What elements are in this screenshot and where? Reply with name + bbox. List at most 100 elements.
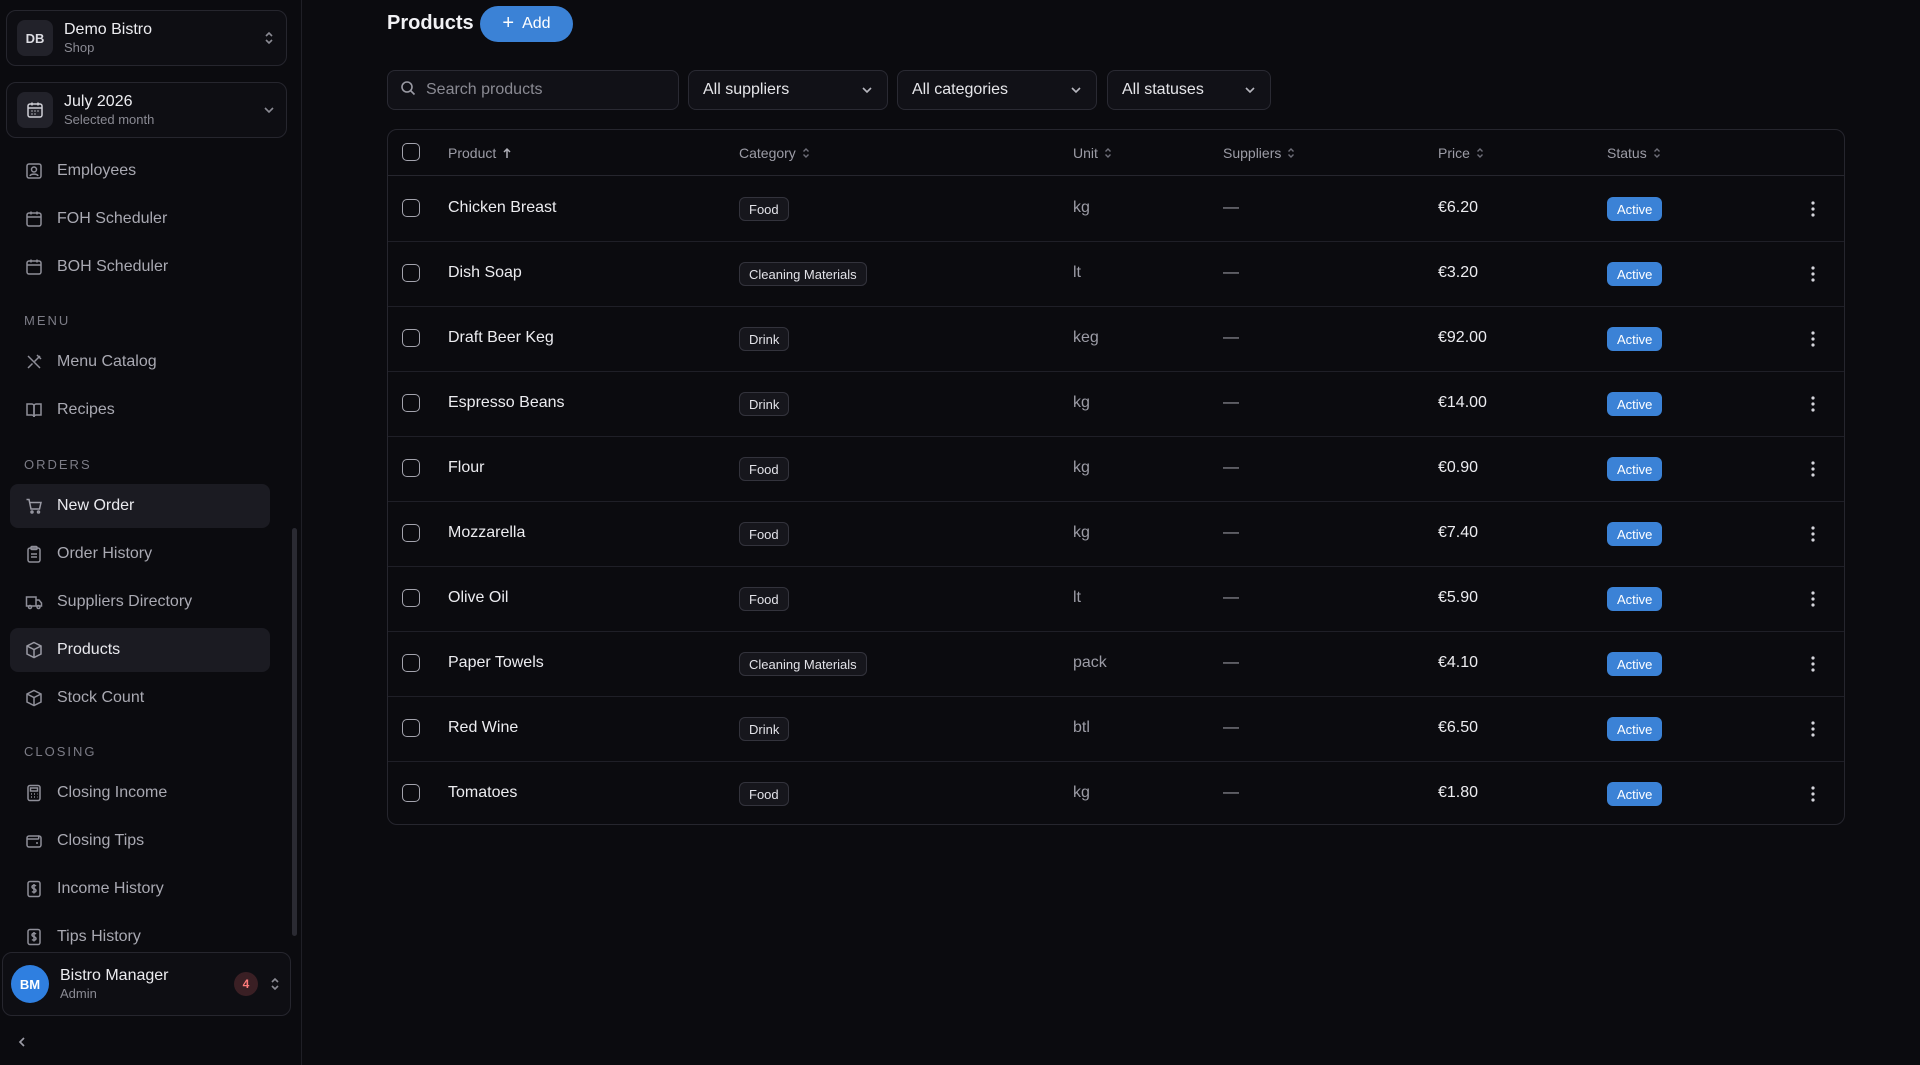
shop-switcher[interactable]: DB Demo Bistro Shop <box>6 10 287 66</box>
more-vertical-icon <box>1811 721 1815 737</box>
suppliers-filter[interactable]: All suppliers <box>688 70 888 110</box>
sort-icon <box>1653 147 1661 159</box>
category-chip: Drink <box>739 717 790 741</box>
unit-value: kg <box>1073 199 1090 216</box>
sidebar-item-boh-scheduler[interactable]: BOH Scheduler <box>10 245 270 289</box>
sidebar-item-closing-income[interactable]: Closing Income <box>10 771 270 815</box>
sidebar-item-new-order[interactable]: New Order <box>10 484 270 528</box>
column-header-product[interactable]: Product <box>448 145 512 161</box>
table-row[interactable]: Mozzarella Food kg — €7.40 Active <box>388 502 1844 567</box>
more-vertical-icon <box>1811 591 1815 607</box>
price-value: €1.80 <box>1438 784 1479 801</box>
sidebar-item-label: Tips History <box>57 928 141 945</box>
row-actions-button[interactable] <box>1803 589 1823 609</box>
row-actions-button[interactable] <box>1803 264 1823 284</box>
category-chip: Drink <box>739 392 790 416</box>
category-chip: Cleaning Materials <box>739 652 867 676</box>
column-header-unit[interactable]: Unit <box>1073 145 1112 161</box>
row-checkbox[interactable] <box>402 329 420 347</box>
row-actions-button[interactable] <box>1803 524 1823 544</box>
section-label-orders: ORDERS <box>24 457 92 472</box>
row-checkbox[interactable] <box>402 654 420 672</box>
suppliers-value: — <box>1223 654 1239 671</box>
calendar-icon <box>24 257 44 277</box>
unit-value: kg <box>1073 784 1090 801</box>
table-row[interactable]: Red Wine Drink btl — €6.50 Active <box>388 697 1844 762</box>
row-actions-button[interactable] <box>1803 654 1823 674</box>
product-name: Olive Oil <box>448 589 509 606</box>
category-chip: Food <box>739 457 789 481</box>
select-all-checkbox[interactable] <box>402 143 420 161</box>
table-row[interactable]: Paper Towels Cleaning Materials pack — €4.10… <box>388 632 1844 697</box>
row-actions-button[interactable] <box>1803 784 1823 804</box>
row-checkbox[interactable] <box>402 264 420 282</box>
more-vertical-icon <box>1811 786 1815 802</box>
sort-icon <box>802 147 810 159</box>
notification-count-badge[interactable]: 4 <box>234 972 258 996</box>
sidebar-item-label: Products <box>57 641 121 658</box>
table-row[interactable]: Olive Oil Food lt — €5.90 Active <box>388 567 1844 632</box>
row-checkbox[interactable] <box>402 394 420 412</box>
add-product-button[interactable]: + Add <box>480 6 573 42</box>
column-header-price[interactable]: Price <box>1438 145 1484 161</box>
categories-filter[interactable]: All categories <box>897 70 1097 110</box>
sidebar-item-label: New Order <box>57 497 135 514</box>
sidebar-item-income-history[interactable]: Income History <box>10 867 270 911</box>
table-row[interactable]: Tomatoes Food kg — €1.80 Active <box>388 762 1844 827</box>
column-header-suppliers[interactable]: Suppliers <box>1223 145 1295 161</box>
column-header-status[interactable]: Status <box>1607 145 1661 161</box>
sidebar-item-products[interactable]: Products <box>10 628 270 672</box>
price-value: €3.20 <box>1438 264 1479 281</box>
product-name: Chicken Breast <box>448 199 557 216</box>
more-vertical-icon <box>1811 266 1815 282</box>
more-vertical-icon <box>1811 461 1815 477</box>
collapse-sidebar-button[interactable] <box>14 1034 30 1050</box>
products-table: Product Category Unit Suppliers Price St… <box>387 129 1845 825</box>
row-actions-button[interactable] <box>1803 459 1823 479</box>
sidebar-item-closing-tips[interactable]: Closing Tips <box>10 819 270 863</box>
price-value: €0.90 <box>1438 459 1479 476</box>
table-row[interactable]: Draft Beer Keg Drink keg — €92.00 Active <box>388 307 1844 372</box>
sidebar-scrollbar[interactable] <box>292 528 297 936</box>
category-chip: Food <box>739 197 789 221</box>
sidebar-item-suppliers-directory[interactable]: Suppliers Directory <box>10 580 270 624</box>
table-row[interactable]: Dish Soap Cleaning Materials lt — €3.20 Activ… <box>388 242 1844 307</box>
row-checkbox[interactable] <box>402 719 420 737</box>
sidebar-item-order-history[interactable]: Order History <box>10 532 270 576</box>
row-checkbox[interactable] <box>402 784 420 802</box>
search-box[interactable] <box>387 70 679 110</box>
status-badge: Active <box>1607 782 1663 806</box>
page-title: Products <box>387 12 474 34</box>
table-row[interactable]: Espresso Beans Drink kg — €14.00 Active <box>388 372 1844 437</box>
sidebar-item-label: Menu Catalog <box>57 353 157 370</box>
search-input[interactable] <box>426 81 666 99</box>
column-header-category[interactable]: Category <box>739 145 810 161</box>
chevron-down-icon <box>861 81 873 99</box>
product-name: Paper Towels <box>448 654 544 671</box>
month-subtitle: Selected month <box>64 112 155 127</box>
column-header-label: Suppliers <box>1223 145 1282 161</box>
table-row[interactable]: Chicken Breast Food kg — €6.20 Active <box>388 177 1844 242</box>
row-actions-button[interactable] <box>1803 199 1823 219</box>
table-row[interactable]: Flour Food kg — €0.90 Active <box>388 437 1844 502</box>
sidebar-item-menu-catalog[interactable]: Menu Catalog <box>10 340 270 384</box>
sidebar-item-foh-scheduler[interactable]: FOH Scheduler <box>10 197 270 241</box>
row-actions-button[interactable] <box>1803 394 1823 414</box>
sidebar-item-stock-count[interactable]: Stock Count <box>10 676 270 720</box>
row-checkbox[interactable] <box>402 524 420 542</box>
month-selector[interactable]: July 2026 Selected month <box>6 82 287 138</box>
row-checkbox[interactable] <box>402 459 420 477</box>
row-checkbox[interactable] <box>402 199 420 217</box>
section-label-closing: CLOSING <box>24 744 97 759</box>
row-actions-button[interactable] <box>1803 329 1823 349</box>
row-checkbox[interactable] <box>402 589 420 607</box>
user-menu[interactable]: BM Bistro Manager Admin 4 <box>2 952 291 1016</box>
row-actions-button[interactable] <box>1803 719 1823 739</box>
suppliers-value: — <box>1223 329 1239 346</box>
statuses-filter[interactable]: All statuses <box>1107 70 1271 110</box>
sidebar-item-employees[interactable]: Employees <box>10 149 270 193</box>
chevron-left-icon <box>18 1037 25 1047</box>
status-badge: Active <box>1607 652 1663 676</box>
sidebar-item-recipes[interactable]: Recipes <box>10 388 270 432</box>
unit-value: kg <box>1073 394 1090 411</box>
